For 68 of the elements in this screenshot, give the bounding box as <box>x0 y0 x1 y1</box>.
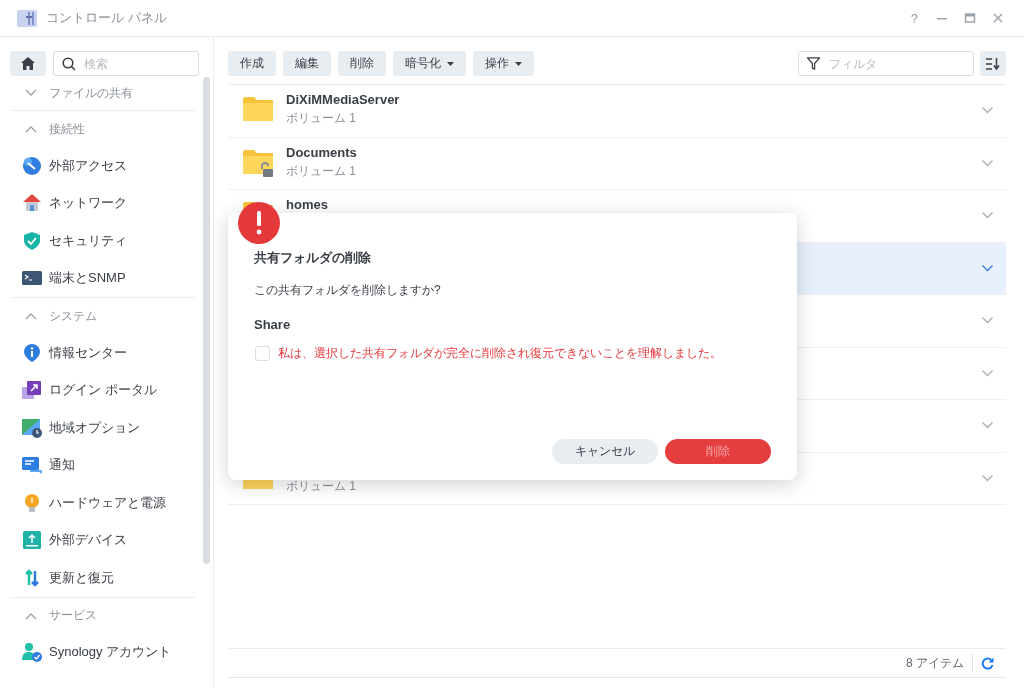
window-title: コントロール パネル <box>46 9 167 27</box>
home-button[interactable] <box>10 51 46 76</box>
upload-icon <box>22 530 42 551</box>
sidebar-item[interactable]: 情報センター <box>10 334 127 372</box>
chevron-up-icon <box>25 312 37 320</box>
sort-button[interactable] <box>980 51 1006 76</box>
volume-label: ボリューム 1 <box>286 162 356 180</box>
chat-icon <box>22 455 42 476</box>
sidebar-item[interactable]: ログイン ポータル <box>10 371 157 409</box>
refresh-icon[interactable] <box>981 656 994 670</box>
link-icon <box>22 155 42 176</box>
chevron-icon[interactable] <box>982 159 993 167</box>
toolbar-button[interactable]: 暗号化 <box>393 51 466 76</box>
volume-label: ボリューム 1 <box>286 477 356 495</box>
control-panel-icon <box>17 8 37 28</box>
shield-icon <box>22 230 42 251</box>
sidebar-item[interactable]: 外部アクセス <box>10 147 127 185</box>
toolbar-button[interactable]: 作成 <box>228 51 276 76</box>
chevron-icon[interactable] <box>982 107 993 115</box>
home-icon <box>21 57 35 70</box>
house-icon <box>22 193 42 214</box>
sort-icon <box>986 57 1000 70</box>
scrollbar[interactable] <box>203 77 210 564</box>
chevron-icon[interactable] <box>982 264 993 272</box>
filter-icon <box>807 57 820 70</box>
sidebar-item[interactable]: 通知 <box>10 446 75 484</box>
search-icon <box>62 57 76 71</box>
sidebar-item[interactable]: ハードウェアと電源 <box>10 484 166 522</box>
sidebar-item[interactable]: セキュリティ <box>10 222 127 260</box>
sidebar-item[interactable]: ネットワーク <box>10 184 127 222</box>
maximize-icon[interactable] <box>964 12 976 24</box>
chevron-icon[interactable] <box>982 369 993 377</box>
folder-name: Share <box>254 317 291 332</box>
chevron-icon[interactable] <box>982 317 993 325</box>
toolbar-button[interactable]: 編集 <box>283 51 331 76</box>
chevron-icon[interactable] <box>982 474 993 482</box>
sidebar-item[interactable]: 更新と復元 <box>10 559 114 597</box>
info-icon <box>22 342 42 363</box>
sidebar-item[interactable]: 地域オプション <box>10 409 140 447</box>
folder-name: DiXiMMediaServer <box>286 92 400 107</box>
folder-name: Documents <box>286 144 357 160</box>
dialog-message: この共有フォルダを削除しますか? <box>254 282 441 299</box>
close-icon[interactable] <box>992 12 1004 24</box>
sidebar-item[interactable]: Synology アカウント <box>10 633 172 671</box>
sidebar-item[interactable]: 外部デバイス <box>10 521 127 559</box>
toolbar-button[interactable]: 操作 <box>473 51 534 76</box>
cancel-button[interactable]: キャンセル <box>552 439 658 464</box>
chevron-up-icon <box>25 611 37 620</box>
folder-row[interactable]: DiXiMMediaServer ボリューム 1 <box>228 85 1006 138</box>
folder-row[interactable]: Documents ボリューム 1 <box>228 137 1006 190</box>
confirm-label[interactable]: 私は、選択した共有フォルダが完全に削除され復元できないことを理解しました。 <box>278 346 722 361</box>
chevron-up-icon <box>25 125 37 133</box>
arrow-square-icon <box>22 380 42 401</box>
chevron-icon[interactable] <box>982 422 993 430</box>
sidebar-item[interactable]: 端末とSNMP <box>10 259 126 297</box>
chevron-down-icon <box>25 89 37 97</box>
map-clock-icon <box>22 417 42 438</box>
filter-field[interactable]: フィルタ <box>798 51 974 76</box>
user-check-icon <box>22 642 42 663</box>
lightbulb-icon <box>22 492 42 513</box>
dialog-title: 共有フォルダの削除 <box>254 249 371 267</box>
item-count: 8 アイテム <box>906 654 964 672</box>
chevron-icon[interactable] <box>982 212 993 220</box>
folder-name: homes <box>286 197 328 212</box>
toolbar-button[interactable]: 削除 <box>338 51 386 76</box>
volume-label: ボリューム 1 <box>286 110 356 127</box>
search-field[interactable]: 検索 <box>53 51 199 76</box>
checkbox[interactable] <box>255 346 270 361</box>
